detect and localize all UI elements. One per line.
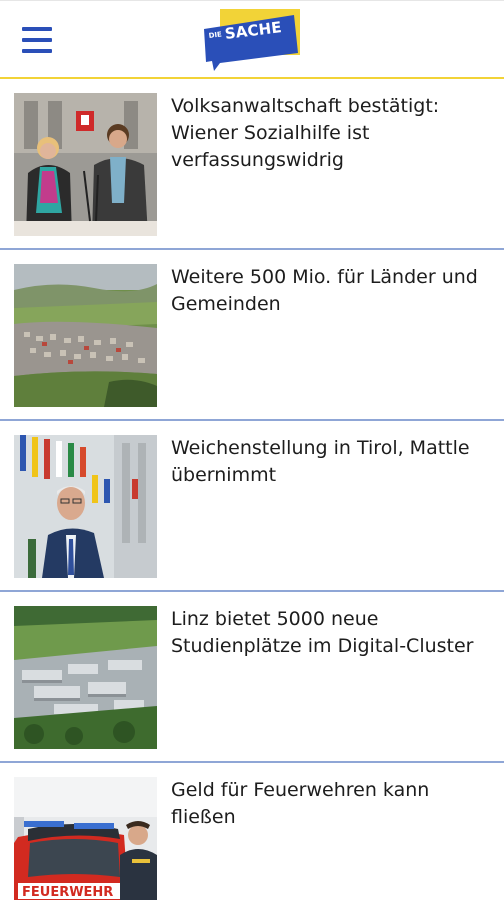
politician-with-flags-photo bbox=[14, 435, 157, 578]
menu-bar bbox=[22, 49, 52, 53]
article-item[interactable]: Volksanwaltschaft bestätigt: Wiener Sozi… bbox=[0, 79, 504, 250]
menu-bar bbox=[22, 27, 52, 31]
menu-bar bbox=[22, 38, 52, 42]
article-thumbnail[interactable] bbox=[14, 93, 157, 236]
article-item[interactable]: FEUERWEHR Geld für Feuerwehren kann flie… bbox=[0, 763, 504, 900]
aerial-campus-photo bbox=[14, 606, 157, 749]
article-headline[interactable]: Weichenstellung in Tirol, Mattle übernim… bbox=[171, 435, 486, 489]
article-headline[interactable]: Weitere 500 Mio. für Länder und Gemeinde… bbox=[171, 264, 486, 318]
article-thumbnail[interactable] bbox=[14, 435, 157, 578]
article-item[interactable]: Linz bietet 5000 neue Studienplätze im D… bbox=[0, 592, 504, 763]
article-headline[interactable]: Linz bietet 5000 neue Studienplätze im D… bbox=[171, 606, 486, 660]
article-thumbnail[interactable] bbox=[14, 606, 157, 749]
article-thumbnail[interactable]: FEUERWEHR bbox=[14, 777, 157, 900]
hamburger-menu-icon[interactable] bbox=[22, 27, 52, 53]
fire-truck-photo: FEUERWEHR bbox=[14, 777, 157, 900]
article-item[interactable]: Weitere 500 Mio. für Länder und Gemeinde… bbox=[0, 250, 504, 421]
article-thumbnail[interactable] bbox=[14, 264, 157, 407]
article-item[interactable]: Weichenstellung in Tirol, Mattle übernim… bbox=[0, 421, 504, 592]
press-conference-photo bbox=[14, 93, 157, 236]
svg-text:FEUERWEHR: FEUERWEHR bbox=[22, 885, 113, 900]
app-header: DIE SACHE bbox=[0, 0, 504, 79]
aerial-town-photo bbox=[14, 264, 157, 407]
article-headline[interactable]: Volksanwaltschaft bestätigt: Wiener Sozi… bbox=[171, 93, 486, 174]
article-headline[interactable]: Geld für Feuerwehren kann fließen bbox=[171, 777, 486, 831]
logo-prefix-text: DIE bbox=[208, 30, 223, 40]
